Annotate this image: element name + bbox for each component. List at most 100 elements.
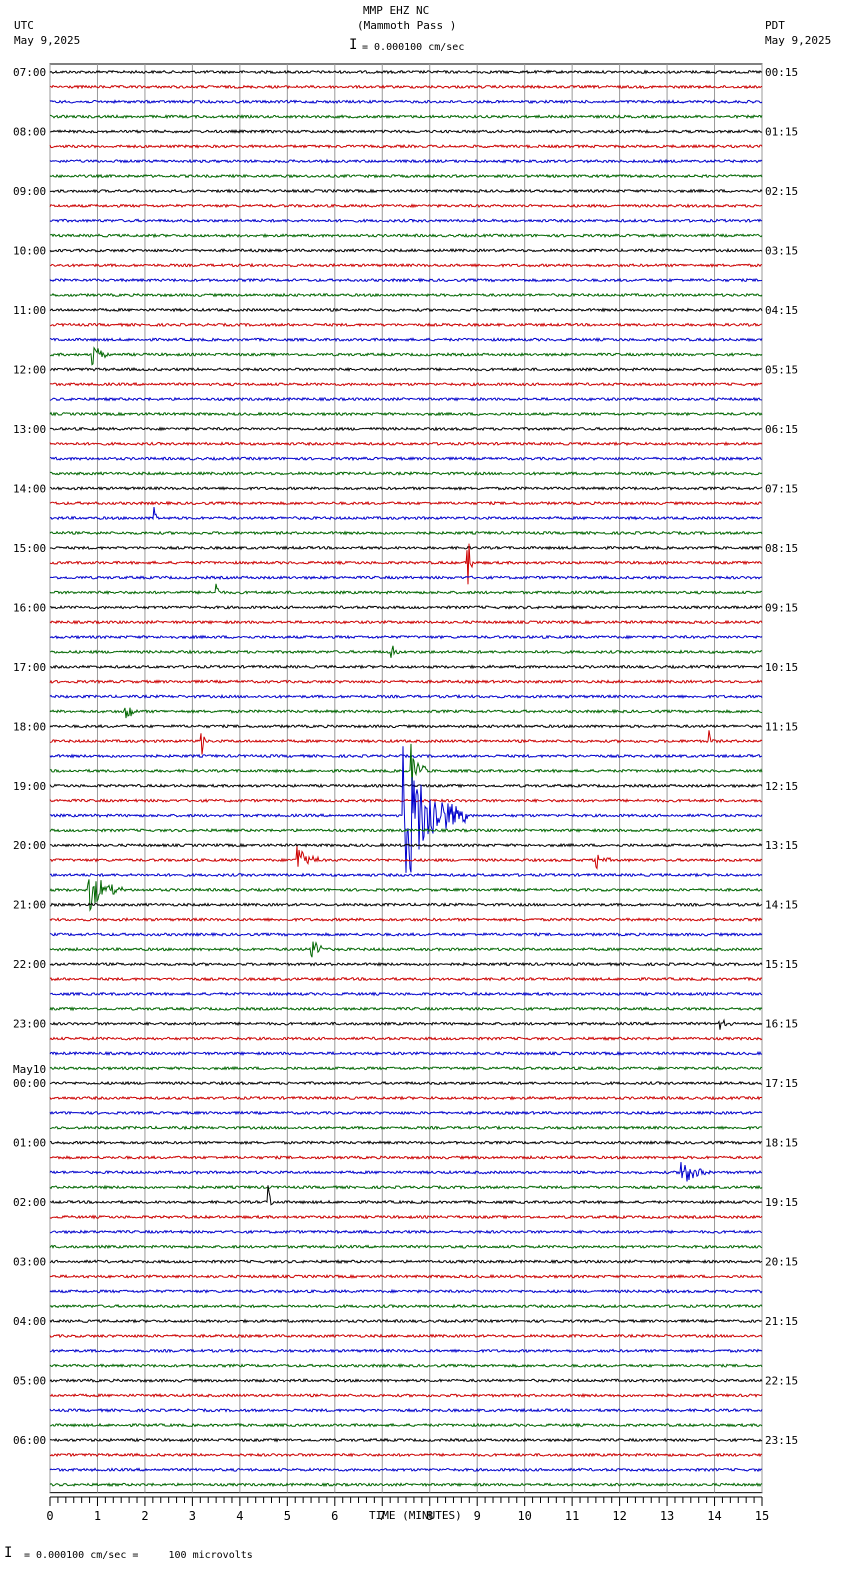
trace-line xyxy=(49,507,763,521)
trace-line xyxy=(49,1125,763,1131)
utc-hour-label: 23:00 xyxy=(13,1018,46,1031)
trace-line xyxy=(49,1162,763,1182)
utc-hour-label: 08:00 xyxy=(13,125,46,138)
trace-line xyxy=(49,941,763,958)
trace-line xyxy=(49,366,763,372)
trace-line xyxy=(49,1467,763,1473)
trace-line xyxy=(49,128,763,134)
trace-line xyxy=(49,346,763,366)
utc-hour-label: 16:00 xyxy=(13,601,46,614)
x-tick-label: 3 xyxy=(189,1509,196,1523)
pdt-hour-label: 18:15 xyxy=(765,1137,798,1150)
utc-hour-label: 15:00 xyxy=(13,542,46,555)
trace-line xyxy=(50,292,763,298)
trace-line xyxy=(49,426,763,432)
trace-line xyxy=(49,976,763,982)
utc-hour-label: 12:00 xyxy=(13,363,46,376)
utc-hour-label: 07:00 xyxy=(13,66,46,79)
utc-hour-label: 03:00 xyxy=(13,1256,46,1269)
pdt-hour-label: 07:15 xyxy=(765,482,798,495)
trace-line xyxy=(49,1303,763,1309)
pdt-hour-label: 23:15 xyxy=(765,1434,798,1447)
utc-hour-label: 05:00 xyxy=(13,1375,46,1388)
x-tick-label: 8 xyxy=(426,1509,433,1523)
plot-frame xyxy=(49,63,763,1494)
trace-line xyxy=(49,69,763,75)
x-tick-label: 9 xyxy=(474,1509,481,1523)
trace-line xyxy=(49,247,763,253)
pdt-hour-label: 14:15 xyxy=(765,899,798,912)
pdt-hour-label: 08:15 xyxy=(765,542,798,555)
trace-line xyxy=(49,842,763,848)
trace-line xyxy=(49,1378,763,1383)
pdt-hour-label: 11:15 xyxy=(765,720,798,733)
trace-line xyxy=(49,730,763,755)
pdt-hour-label: 19:15 xyxy=(765,1196,798,1209)
pdt-hour-label: 12:15 xyxy=(765,780,798,793)
trace-line xyxy=(49,500,763,506)
trace-line xyxy=(49,693,763,700)
trace-line xyxy=(49,1437,763,1443)
x-tick-label: 2 xyxy=(141,1509,148,1523)
trace-line xyxy=(49,470,763,476)
trace-line xyxy=(49,961,763,967)
trace-line xyxy=(49,1214,763,1220)
trace-line xyxy=(49,1095,763,1101)
trace-line xyxy=(49,1110,763,1116)
utc-hour-label: 18:00 xyxy=(13,720,46,733)
trace-line xyxy=(49,158,763,164)
trace-line xyxy=(49,746,763,873)
pdt-hour-label: 20:15 xyxy=(765,1256,798,1269)
pdt-hour-label: 04:15 xyxy=(765,304,798,317)
trace-line xyxy=(49,99,763,105)
pdt-hour-label: 05:15 xyxy=(765,363,798,376)
trace-line xyxy=(49,879,763,912)
trace-line xyxy=(49,723,763,729)
trace-line xyxy=(49,1333,763,1339)
utc-hour-label: 02:00 xyxy=(13,1196,46,1209)
trace-line xyxy=(49,84,763,90)
utc-hour-label: 13:00 xyxy=(13,423,46,436)
trace-line xyxy=(49,645,762,658)
utc-hour-label: 20:00 xyxy=(13,839,46,852)
trace-line xyxy=(49,1318,763,1324)
trace-line xyxy=(49,381,763,387)
trace-line xyxy=(49,1288,763,1294)
trace-line xyxy=(49,485,763,491)
utc-hour-label: 04:00 xyxy=(13,1315,46,1328)
trace-line xyxy=(49,322,763,328)
trace-line xyxy=(49,203,763,209)
x-tick-label: 0 xyxy=(46,1509,53,1523)
trace-line xyxy=(49,1452,762,1458)
x-tick-label: 4 xyxy=(236,1509,243,1523)
trace-line xyxy=(49,872,763,878)
utc-hour-label: 22:00 xyxy=(13,958,46,971)
pdt-hour-label: 15:15 xyxy=(765,958,798,971)
trace-line xyxy=(49,456,762,462)
trace-line xyxy=(49,604,763,610)
trace-line xyxy=(49,1229,763,1235)
trace-line xyxy=(49,753,762,759)
trace-line xyxy=(49,1348,763,1354)
x-tick-label: 1 xyxy=(94,1509,101,1523)
trace-line xyxy=(49,411,763,417)
trace-line xyxy=(49,798,763,804)
trace-line xyxy=(49,218,763,224)
pdt-hour-label: 01:15 xyxy=(765,125,798,138)
trace-line xyxy=(49,619,763,625)
utc-hour-label: 14:00 xyxy=(13,482,46,495)
utc-hour-label: 09:00 xyxy=(13,185,46,198)
utc-hour-label: 19:00 xyxy=(13,780,46,793)
trace-line xyxy=(49,1184,763,1190)
pdt-hour-label: 06:15 xyxy=(765,423,798,436)
trace-line xyxy=(49,173,763,179)
trace-line xyxy=(49,1363,763,1369)
trace-line xyxy=(49,232,763,239)
trace-line xyxy=(49,1080,763,1086)
trace-line xyxy=(49,1036,763,1041)
trace-line xyxy=(49,1155,763,1160)
trace-line xyxy=(49,262,763,268)
trace-line xyxy=(49,1392,763,1398)
utc-hour-label: 21:00 xyxy=(13,899,46,912)
trace-line xyxy=(49,530,763,536)
